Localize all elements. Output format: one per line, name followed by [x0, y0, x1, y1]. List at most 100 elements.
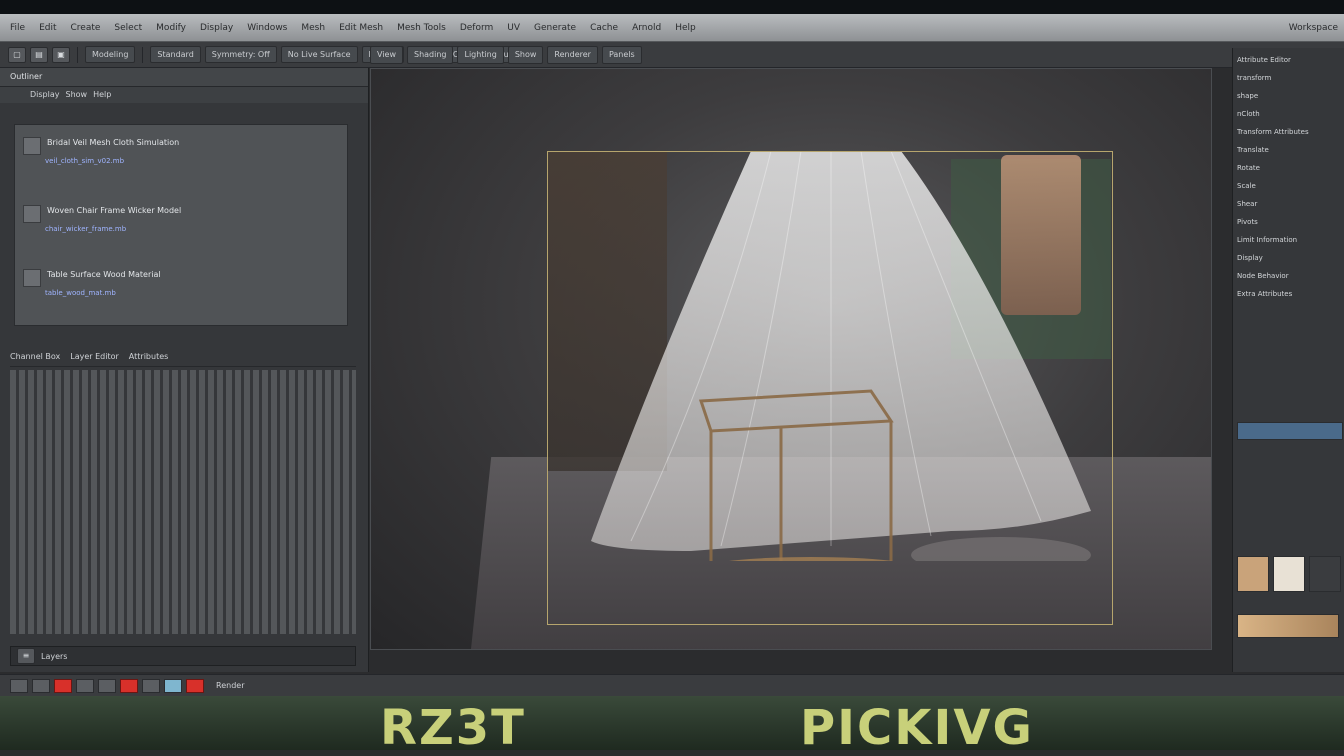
attribute-row: [10, 469, 356, 480]
playback-icon[interactable]: [164, 678, 182, 693]
viewport-menu-item[interactable]: Panels: [601, 46, 642, 64]
list-item[interactable]: Bridal Veil Mesh Cloth Simulation veil_c…: [15, 133, 347, 171]
attribute-row: [10, 403, 356, 414]
menu-item[interactable]: UV: [503, 21, 524, 35]
status-icon[interactable]: [76, 678, 94, 693]
attribute-editor-row[interactable]: Attribute Editor: [1237, 54, 1341, 66]
outliner-menu-item[interactable]: Display: [30, 87, 60, 103]
layer-icon[interactable]: ≡: [17, 648, 35, 664]
list-item[interactable]: Woven Chair Frame Wicker Model chair_wic…: [15, 201, 347, 239]
attribute-row: [10, 513, 356, 524]
viewport[interactable]: [370, 68, 1212, 650]
attribute-editor-row[interactable]: Limit Information: [1237, 234, 1341, 246]
viewport-menu-item[interactable]: Shading: [406, 46, 454, 64]
tab-layer-editor[interactable]: Layer Editor: [70, 352, 119, 366]
attribute-editor-row[interactable]: shape: [1237, 90, 1341, 102]
attribute-row: [10, 480, 356, 491]
viewport-menu-item[interactable]: Lighting: [457, 46, 504, 64]
layers-label: Layers: [41, 651, 68, 661]
outliner-menu-item[interactable]: Show: [66, 87, 88, 103]
attribute-editor-row[interactable]: Node Behavior: [1237, 270, 1341, 282]
record-icon[interactable]: [120, 678, 138, 693]
menu-item[interactable]: Edit Mesh: [335, 21, 387, 35]
attribute-row: [10, 623, 356, 634]
attribute-row: [10, 502, 356, 513]
asset-title: Woven Chair Frame Wicker Model: [47, 206, 182, 215]
mode-selector[interactable]: Modeling: [85, 46, 136, 63]
menu-item[interactable]: Deform: [456, 21, 497, 35]
status-label: Render: [216, 681, 245, 690]
attribute-editor-row[interactable]: Pivots: [1237, 216, 1341, 228]
menu-item[interactable]: Modify: [152, 21, 190, 35]
menu-item[interactable]: Select: [110, 21, 146, 35]
attribute-editor-row[interactable]: Translate: [1237, 144, 1341, 156]
menu-item[interactable]: Create: [67, 21, 105, 35]
outliner-menu-item[interactable]: Help: [93, 87, 111, 103]
attribute-editor-row[interactable]: nCloth: [1237, 108, 1341, 120]
main-toolbar: ▢ ▤ ▣ Modeling Standard Symmetry: Off No L…: [0, 42, 1344, 68]
banner-text-right: PICKIVG: [800, 700, 1034, 756]
workspace-label[interactable]: Workspace: [1289, 23, 1338, 33]
menu-item[interactable]: Display: [196, 21, 237, 35]
menu-item[interactable]: File: [6, 21, 29, 35]
toolbar-item[interactable]: No Live Surface: [280, 46, 358, 63]
attribute-editor-row[interactable]: Scale: [1237, 180, 1341, 192]
attribute-row: [10, 590, 356, 601]
attribute-row: [10, 568, 356, 579]
menu-bar: File Edit Create Select Modify Display Windows…: [0, 14, 1344, 42]
menu-item[interactable]: Windows: [243, 21, 291, 35]
material-thumbnail[interactable]: [1309, 556, 1341, 592]
material-thumbnail[interactable]: [1237, 556, 1269, 592]
status-icon[interactable]: [98, 678, 116, 693]
attribute-editor-row[interactable]: Shear: [1237, 198, 1341, 210]
thumbnail-icon: [23, 137, 41, 155]
menu-item[interactable]: Cache: [586, 21, 622, 35]
asset-list: Bridal Veil Mesh Cloth Simulation veil_c…: [14, 124, 348, 326]
menu-item[interactable]: Help: [671, 21, 700, 35]
attribute-editor-row[interactable]: Rotate: [1237, 162, 1341, 174]
record-icon[interactable]: [186, 678, 204, 693]
save-scene-icon[interactable]: ▣: [52, 46, 70, 63]
record-icon[interactable]: [54, 678, 72, 693]
viewport-menu-item[interactable]: View: [370, 46, 403, 64]
tab-attributes[interactable]: Attributes: [129, 352, 169, 366]
status-icon[interactable]: [32, 678, 50, 693]
attribute-row: [10, 425, 356, 436]
toolbar-item[interactable]: Symmetry: Off: [204, 46, 277, 63]
open-scene-icon[interactable]: ▤: [30, 46, 48, 63]
status-icon[interactable]: [142, 678, 160, 693]
banner-text-left: RZ3T: [380, 700, 526, 756]
status-icon[interactable]: [10, 678, 28, 693]
menu-item[interactable]: Arnold: [628, 21, 665, 35]
thumbnail-icon: [23, 269, 41, 287]
new-scene-icon[interactable]: ▢: [8, 46, 26, 63]
list-item[interactable]: Table Surface Wood Material table_wood_m…: [15, 265, 347, 303]
attribute-row: [10, 535, 356, 546]
attribute-editor-row[interactable]: Transform Attributes: [1237, 126, 1341, 138]
attribute-list: [10, 370, 356, 636]
material-thumbnail[interactable]: [1273, 556, 1305, 592]
attribute-row: [10, 557, 356, 568]
attribute-row: [10, 546, 356, 557]
tab-channel-box[interactable]: Channel Box: [10, 352, 60, 366]
banner: [0, 696, 1344, 750]
viewport-menu-item[interactable]: Show: [507, 46, 544, 64]
attribute-editor-row[interactable]: Display: [1237, 252, 1341, 264]
outliner-subbar: Display Show Help: [0, 87, 368, 103]
attribute-row: [10, 458, 356, 469]
attribute-editor-row[interactable]: Extra Attributes: [1237, 288, 1341, 300]
material-swatch[interactable]: [1237, 614, 1339, 638]
attribute-editor-panel: Attribute Editor transform shape nCloth Tran…: [1232, 48, 1344, 672]
attribute-row: [10, 381, 356, 392]
toolbar-item[interactable]: Standard: [150, 46, 201, 63]
menu-item[interactable]: Mesh Tools: [393, 21, 450, 35]
attribute-tabs: Channel Box Layer Editor Attributes: [10, 352, 356, 367]
attribute-row: [10, 436, 356, 447]
selected-attribute-field[interactable]: [1237, 422, 1343, 440]
menu-item[interactable]: Edit: [35, 21, 60, 35]
menu-item[interactable]: Generate: [530, 21, 580, 35]
attribute-editor-row[interactable]: transform: [1237, 72, 1341, 84]
viewport-menu-item[interactable]: Renderer: [547, 46, 598, 64]
menu-item[interactable]: Mesh: [297, 21, 329, 35]
asset-meta: veil_cloth_sim_v02.mb: [45, 157, 125, 165]
